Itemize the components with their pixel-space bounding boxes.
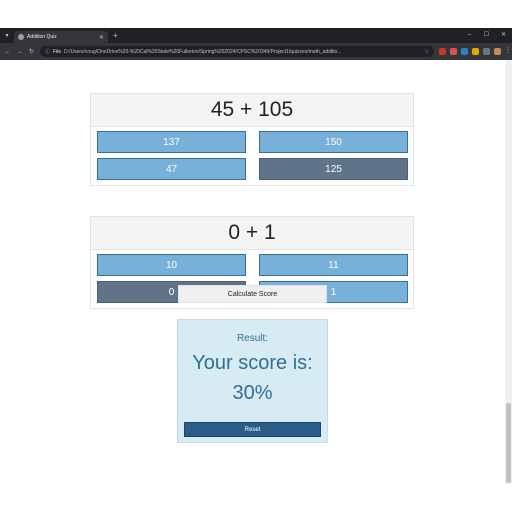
answer-option-selected[interactable]: 125: [259, 158, 408, 180]
extension-icon[interactable]: [439, 48, 446, 55]
answer-option[interactable]: 137: [97, 131, 246, 153]
extensions-area: ⋮: [439, 48, 511, 55]
extension-icon[interactable]: [450, 48, 457, 55]
star-icon[interactable]: ☆: [425, 49, 429, 55]
page-scrollbar[interactable]: [505, 60, 512, 484]
forward-icon[interactable]: →: [16, 49, 23, 55]
question-prompt: 45 + 105: [91, 94, 413, 127]
minimize-icon[interactable]: –: [461, 28, 478, 43]
question-card: 45 + 105 137 150 47 125: [90, 93, 414, 186]
extension-icon[interactable]: [472, 48, 479, 55]
question-prompt: 0 + 1: [91, 217, 413, 250]
back-icon[interactable]: ←: [4, 49, 11, 55]
reset-button[interactable]: Reset: [184, 422, 321, 437]
reload-icon[interactable]: ↻: [28, 48, 35, 55]
url-text: D:/Users/cnug/OneDrive%20-%20Cal%20State…: [64, 48, 342, 55]
page-content: 45 + 105 137 150 47 125 0 + 1 10 11 0 1 …: [0, 60, 505, 484]
address-bar: ← → ↻ ⓘ File D:/Users/cnug/OneDrive%20-%…: [0, 43, 512, 60]
page-favicon-icon: [18, 34, 24, 40]
window-controls: – ☐ ✕: [461, 28, 512, 43]
answer-option[interactable]: 150: [259, 131, 408, 153]
scrollbar-thumb[interactable]: [506, 403, 511, 483]
score-text: Your score is:: [192, 352, 313, 374]
calculate-score-button[interactable]: Calculate Score: [178, 285, 327, 303]
browser-window: ▾ Addition Quiz ✕ + – ☐ ✕ ← → ↻ ⓘ File D…: [0, 28, 512, 484]
close-tab-icon[interactable]: ✕: [99, 34, 104, 41]
tab-title: Addition Quiz: [27, 34, 57, 40]
kebab-menu-icon[interactable]: ⋮: [505, 48, 511, 55]
answer-option[interactable]: 11: [259, 254, 408, 276]
url-input[interactable]: ⓘ File D:/Users/cnug/OneDrive%20-%20Cal%…: [40, 46, 434, 57]
answer-option[interactable]: 10: [97, 254, 246, 276]
maximize-icon[interactable]: ☐: [478, 28, 495, 43]
profile-avatar[interactable]: [494, 48, 501, 55]
extension-icon[interactable]: [483, 48, 490, 55]
close-window-icon[interactable]: ✕: [495, 28, 512, 43]
tab-menu-icon[interactable]: ▾: [0, 28, 14, 43]
new-tab-icon[interactable]: +: [113, 31, 118, 40]
info-icon[interactable]: ⓘ: [45, 48, 50, 55]
tab-bar: ▾ Addition Quiz ✕ + – ☐ ✕: [0, 28, 512, 43]
result-heading: Result:: [236, 333, 269, 344]
address-chip: File: [53, 48, 62, 55]
score-value: 30%: [232, 382, 273, 404]
result-panel: Result: Your score is: 30% Reset: [177, 319, 328, 443]
browser-tab[interactable]: Addition Quiz ✕: [14, 31, 108, 43]
extension-icon[interactable]: [461, 48, 468, 55]
answer-option[interactable]: 47: [97, 158, 246, 180]
